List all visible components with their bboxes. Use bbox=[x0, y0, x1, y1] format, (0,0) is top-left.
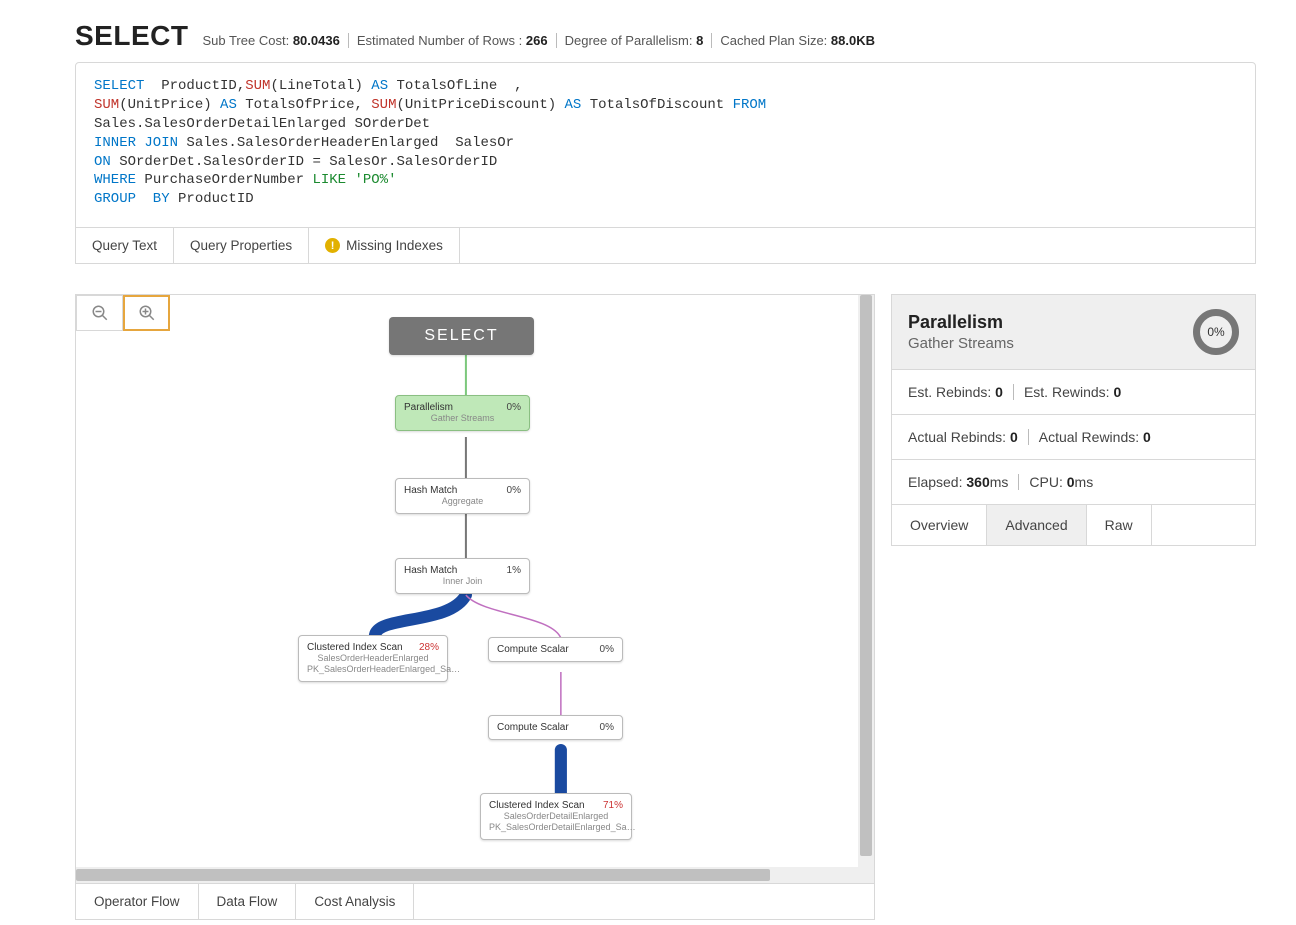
meta-label: Sub Tree Cost: bbox=[202, 33, 289, 48]
plan-diagram[interactable]: SELECT Parallelism 0% Gather Streams Has… bbox=[75, 294, 875, 884]
node-cost: 0% bbox=[600, 722, 614, 733]
tab-cost-analysis[interactable]: Cost Analysis bbox=[296, 884, 414, 919]
label: Est. Rebinds: bbox=[908, 384, 991, 400]
plan-node-select[interactable]: SELECT bbox=[389, 317, 534, 355]
node-cost: 0% bbox=[507, 485, 521, 496]
node-title: Parallelism bbox=[404, 402, 453, 413]
node-cost: 0% bbox=[507, 402, 521, 413]
detail-row-timing: Elapsed: 360ms CPU: 0ms bbox=[892, 459, 1255, 504]
node-title: Compute Scalar bbox=[497, 722, 569, 733]
node-subtitle: Inner Join bbox=[404, 577, 521, 587]
value: 0 bbox=[1010, 429, 1018, 445]
node-cost: 28% bbox=[419, 642, 439, 653]
node-title: Clustered Index Scan bbox=[307, 642, 403, 653]
node-detail-panel: Parallelism Gather Streams 0% Est. Rebin… bbox=[891, 294, 1256, 546]
value: 0 bbox=[1113, 384, 1121, 400]
detail-title: Parallelism bbox=[908, 312, 1014, 333]
zoom-out-button[interactable] bbox=[76, 295, 123, 331]
plan-node-compute-scalar-1[interactable]: Compute Scalar 0% bbox=[488, 637, 623, 662]
tab-query-text[interactable]: Query Text bbox=[76, 228, 174, 263]
tab-missing-indexes[interactable]: ! Missing Indexes bbox=[309, 228, 460, 263]
node-subtitle: PK_SalesOrderDetailEnlarged_Sa… bbox=[489, 823, 623, 833]
label: CPU: bbox=[1029, 474, 1062, 490]
meta-label: Estimated Number of Rows : bbox=[357, 33, 522, 48]
tab-query-properties[interactable]: Query Properties bbox=[174, 228, 309, 263]
zoom-in-button[interactable] bbox=[123, 295, 170, 331]
tab-advanced[interactable]: Advanced bbox=[987, 505, 1086, 545]
detail-tabs: Overview Advanced Raw bbox=[892, 504, 1255, 545]
node-title: Hash Match bbox=[404, 485, 457, 496]
node-title: Hash Match bbox=[404, 565, 457, 576]
zoom-in-icon bbox=[138, 304, 156, 322]
tab-raw[interactable]: Raw bbox=[1087, 505, 1152, 545]
horizontal-scrollbar[interactable] bbox=[76, 867, 874, 883]
label: Actual Rebinds: bbox=[908, 429, 1006, 445]
value: 360 bbox=[966, 474, 989, 490]
detail-row-act-rebinds: Actual Rebinds: 0 Actual Rewinds: 0 bbox=[892, 414, 1255, 459]
plan-node-clustered-index-scan-header[interactable]: Clustered Index Scan 28% SalesOrderHeade… bbox=[298, 635, 448, 682]
label: Elapsed: bbox=[908, 474, 962, 490]
tab-data-flow[interactable]: Data Flow bbox=[199, 884, 297, 919]
plan-node-compute-scalar-2[interactable]: Compute Scalar 0% bbox=[488, 715, 623, 740]
meta-value: 80.0436 bbox=[293, 33, 340, 48]
node-subtitle: SalesOrderHeaderEnlarged bbox=[307, 654, 439, 664]
node-cost: 71% bbox=[603, 800, 623, 811]
node-subtitle: Gather Streams bbox=[404, 414, 521, 424]
cost-ring: 0% bbox=[1193, 309, 1239, 355]
node-cost: 1% bbox=[507, 565, 521, 576]
meta-label: Degree of Parallelism: bbox=[565, 33, 693, 48]
plan-node-hash-aggregate[interactable]: Hash Match 0% Aggregate bbox=[395, 478, 530, 514]
plan-header: SELECT Sub Tree Cost: 80.0436 Estimated … bbox=[75, 20, 1276, 52]
value: 0 bbox=[1067, 474, 1075, 490]
plan-node-clustered-index-scan-detail[interactable]: Clustered Index Scan 71% SalesOrderDetai… bbox=[480, 793, 632, 840]
node-title: Compute Scalar bbox=[497, 644, 569, 655]
scrollbar-thumb[interactable] bbox=[860, 295, 872, 856]
page-title: SELECT bbox=[75, 20, 188, 52]
node-subtitle: PK_SalesOrderHeaderEnlarged_Sa… bbox=[307, 665, 439, 675]
tab-overview[interactable]: Overview bbox=[892, 505, 987, 545]
plan-meta: Sub Tree Cost: 80.0436 Estimated Number … bbox=[196, 33, 883, 48]
unit: ms bbox=[990, 474, 1009, 490]
label: Actual Rewinds: bbox=[1039, 429, 1139, 445]
plan-node-parallelism[interactable]: Parallelism 0% Gather Streams bbox=[395, 395, 530, 431]
value: 0 bbox=[1143, 429, 1151, 445]
label: Est. Rewinds: bbox=[1024, 384, 1110, 400]
detail-row-est-rebinds: Est. Rebinds: 0 Est. Rewinds: 0 bbox=[892, 369, 1255, 414]
node-subtitle: SalesOrderDetailEnlarged bbox=[489, 812, 623, 822]
scrollbar-thumb[interactable] bbox=[76, 869, 770, 881]
meta-value: 266 bbox=[526, 33, 548, 48]
meta-label: Cached Plan Size: bbox=[720, 33, 827, 48]
meta-value: 8 bbox=[696, 33, 703, 48]
tab-label: Missing Indexes bbox=[346, 238, 443, 253]
warning-icon: ! bbox=[325, 238, 340, 253]
detail-subtitle: Gather Streams bbox=[908, 335, 1014, 352]
vertical-scrollbar[interactable] bbox=[858, 295, 874, 867]
unit: ms bbox=[1075, 474, 1094, 490]
query-tabs: Query Text Query Properties ! Missing In… bbox=[76, 227, 1255, 263]
meta-value: 88.0KB bbox=[831, 33, 875, 48]
query-panel: SELECT ProductID,SUM(LineTotal) AS Total… bbox=[75, 62, 1256, 264]
value: 0 bbox=[995, 384, 1003, 400]
node-cost: 0% bbox=[600, 644, 614, 655]
zoom-out-icon bbox=[91, 304, 109, 322]
tab-operator-flow[interactable]: Operator Flow bbox=[76, 884, 199, 919]
plan-node-hash-join[interactable]: Hash Match 1% Inner Join bbox=[395, 558, 530, 594]
node-title: Clustered Index Scan bbox=[489, 800, 585, 811]
plan-view-tabs: Operator Flow Data Flow Cost Analysis bbox=[75, 884, 875, 920]
node-subtitle: Aggregate bbox=[404, 497, 521, 507]
query-text[interactable]: SELECT ProductID,SUM(LineTotal) AS Total… bbox=[76, 63, 1255, 227]
